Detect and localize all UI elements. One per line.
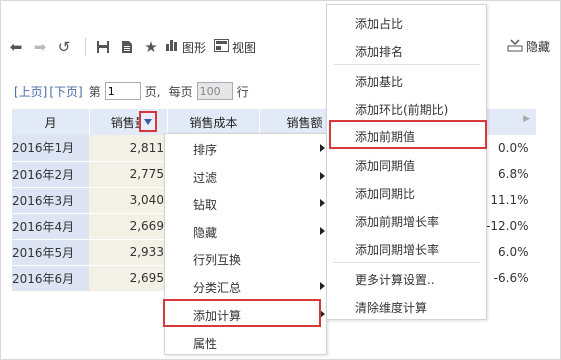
- menu-item-hide[interactable]: 隐藏: [193, 224, 217, 241]
- chart-button[interactable]: 图形: [165, 39, 206, 56]
- hide-button-label: 隐藏: [526, 40, 551, 54]
- view-button[interactable]: 视图: [214, 38, 257, 56]
- menu-item-filter[interactable]: 过滤: [193, 169, 217, 186]
- submenu-item-add-previous-growth[interactable]: 添加前期增长率: [355, 213, 439, 230]
- submenu-arrow-icon: [320, 172, 325, 180]
- highlight-box: [329, 120, 487, 149]
- submenu-arrow-icon: [320, 199, 325, 207]
- menu-item-transpose[interactable]: 行列互换: [193, 251, 241, 268]
- menu-item-subtotal[interactable]: 分类汇总: [193, 279, 241, 296]
- view-button-label: 视图: [232, 40, 257, 55]
- column-header-cost[interactable]: 销售成本: [167, 109, 260, 135]
- highlight-box: [163, 299, 321, 327]
- quantity-cell: 2,775: [89, 161, 168, 188]
- star-icon[interactable]: ★: [141, 37, 161, 57]
- context-menu: 排序 过滤 钻取 隐藏 行列互换 分类汇总 添加计算 属性: [163, 133, 327, 355]
- arrow-left-icon[interactable]: ⬅: [6, 37, 26, 57]
- refresh-icon[interactable]: ↺: [54, 37, 74, 57]
- submenu-item-add-period-ratio[interactable]: 添加环比(前期比): [355, 101, 448, 118]
- quantity-cell: 2,695: [89, 265, 168, 292]
- dropdown-arrow-icon: [144, 118, 152, 125]
- save-icon[interactable]: [93, 37, 113, 57]
- month-cell: 2016年5月: [12, 239, 90, 266]
- submenu-item-add-base-ratio[interactable]: 添加基比: [355, 73, 403, 90]
- bar-chart-icon: [165, 39, 179, 56]
- submenu-item-clear-calculation[interactable]: 清除维度计算: [355, 299, 427, 316]
- column-dropdown-button[interactable]: [139, 111, 157, 132]
- month-cell: 2016年1月: [12, 135, 90, 162]
- menu-item-drill[interactable]: 钻取: [193, 196, 217, 213]
- per-page-suffix: 行: [236, 84, 249, 99]
- month-cell: 2016年2月: [12, 161, 90, 188]
- submenu-item-add-same-period-growth[interactable]: 添加同期增长率: [355, 241, 439, 258]
- column-header-month[interactable]: 月: [12, 109, 90, 135]
- menu-item-properties[interactable]: 属性: [193, 335, 217, 352]
- quantity-cell: 2,669: [89, 213, 168, 240]
- submenu-item-add-same-period-ratio[interactable]: 添加同期比: [355, 185, 415, 202]
- chart-button-label: 图形: [182, 40, 207, 55]
- menu-item-sort[interactable]: 排序: [193, 141, 217, 158]
- next-page-link[interactable]: [下页]: [49, 83, 82, 100]
- month-cell: 2016年4月: [12, 213, 90, 240]
- toolbar: ⬅ ➡ ↺ ★ 图形 视图: [6, 34, 264, 60]
- document-icon[interactable]: [117, 37, 137, 57]
- submenu-item-more-settings[interactable]: 更多计算设置..: [355, 271, 435, 288]
- submenu-divider: [333, 64, 480, 65]
- toolbar-divider: [85, 38, 86, 56]
- submenu-item-add-same-period-value[interactable]: 添加同期值: [355, 157, 415, 174]
- page-number-input[interactable]: [104, 82, 141, 100]
- quantity-cell: 2,933: [89, 239, 168, 266]
- submenu-item-add-rank[interactable]: 添加排名: [355, 43, 403, 60]
- submenu-divider: [333, 262, 480, 263]
- page-prefix: 第: [88, 84, 101, 99]
- submenu-arrow-icon: [320, 144, 325, 152]
- hide-button[interactable]: 隐藏: [507, 38, 550, 55]
- page-suffix: 页,: [144, 84, 161, 99]
- per-page-prefix: 每页: [168, 84, 193, 99]
- quantity-cell: 2,811: [89, 135, 168, 162]
- header-scroll-arrow-icon[interactable]: ▶: [523, 114, 530, 124]
- prev-page-link[interactable]: [上页]: [14, 83, 47, 100]
- month-cell: 2016年6月: [12, 265, 90, 292]
- submenu-arrow-icon: [320, 227, 325, 235]
- month-cell: 2016年3月: [12, 187, 90, 214]
- calculation-submenu: 添加占比 添加排名 添加基比 添加环比(前期比) 添加前期值 添加同期值 添加同…: [326, 4, 487, 320]
- arrow-right-icon[interactable]: ➡: [30, 37, 50, 57]
- submenu-item-add-share[interactable]: 添加占比: [355, 15, 403, 32]
- per-page-input[interactable]: [196, 82, 233, 100]
- quantity-cell: 3,040: [89, 187, 168, 214]
- hide-icon: [507, 38, 523, 55]
- view-icon: [214, 38, 230, 56]
- pager: [上页] [下页] 第 页, 每页 行: [14, 81, 249, 101]
- submenu-arrow-icon: [320, 282, 325, 290]
